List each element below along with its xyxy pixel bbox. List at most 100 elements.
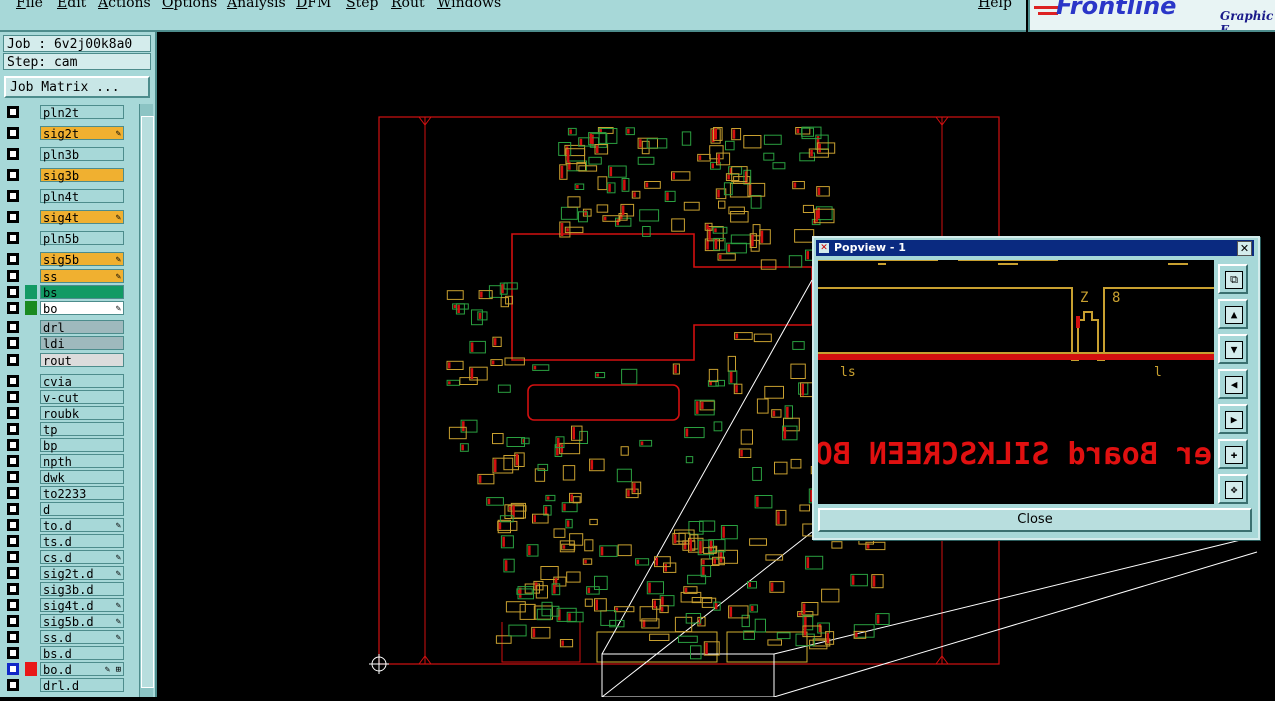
layer-color-swatch[interactable]	[25, 406, 37, 420]
layer-row[interactable]: roubk	[3, 405, 137, 421]
layer-color-swatch[interactable]	[25, 662, 37, 676]
layer-row[interactable]: rout	[3, 352, 137, 368]
layer-name[interactable]: cs.d ✎	[40, 550, 124, 565]
layer-name[interactable]: v-cut	[40, 390, 124, 405]
layer-color-swatch[interactable]	[25, 301, 37, 315]
layer-scrollbar[interactable]	[139, 104, 154, 697]
layer-row[interactable]: cs.d ✎	[3, 549, 137, 565]
layer-row[interactable]: ts.d	[3, 533, 137, 549]
layer-name[interactable]: bo.d ✎ ⊞	[40, 662, 124, 677]
layer-checkbox[interactable]	[7, 337, 19, 349]
layer-name[interactable]: rout	[40, 353, 124, 368]
layer-color-swatch[interactable]	[25, 210, 37, 224]
pan-down-button[interactable]: ▼	[1218, 334, 1248, 364]
layer-color-swatch[interactable]	[25, 320, 37, 334]
layer-row[interactable]: npth	[3, 453, 137, 469]
layer-name[interactable]: ss.d ✎	[40, 630, 124, 645]
layer-name[interactable]: ss ✎	[40, 269, 124, 284]
layer-checkbox[interactable]	[7, 375, 19, 387]
layer-checkbox[interactable]	[7, 551, 19, 563]
layer-name[interactable]: d	[40, 502, 124, 517]
close-button[interactable]: Close	[818, 508, 1252, 532]
layer-name[interactable]: pln5b	[40, 231, 124, 246]
layer-name[interactable]: drl	[40, 320, 124, 335]
menu-dfm[interactable]: DFM	[296, 0, 331, 11]
layer-checkbox[interactable]	[7, 270, 19, 282]
layer-row[interactable]: sig4t ✎	[3, 209, 137, 225]
layer-checkbox[interactable]	[7, 148, 19, 160]
layer-checkbox[interactable]	[7, 567, 19, 579]
layer-name[interactable]: roubk	[40, 406, 124, 421]
scrollbar-thumb[interactable]	[141, 116, 154, 688]
layer-row[interactable]: bs	[3, 284, 137, 300]
layer-name[interactable]: pln3b	[40, 147, 124, 162]
layer-name[interactable]: bo ✎	[40, 301, 124, 316]
layer-checkbox[interactable]	[7, 647, 19, 659]
layer-row[interactable]: sig5b.d ✎	[3, 613, 137, 629]
layer-checkbox[interactable]	[7, 169, 19, 181]
popview-canvas[interactable]: Z 8 ls l er Board SILKSCREEN BOT	[818, 260, 1214, 504]
layer-name[interactable]: sig5b ✎	[40, 252, 124, 267]
layer-checkbox[interactable]	[7, 631, 19, 643]
layer-name[interactable]: cvia	[40, 374, 124, 389]
layer-name[interactable]: dwk	[40, 470, 124, 485]
layer-name[interactable]: npth	[40, 454, 124, 469]
layer-row[interactable]: bo.d ✎ ⊞	[3, 661, 137, 677]
layer-color-swatch[interactable]	[25, 630, 37, 644]
menu-step[interactable]: Step	[346, 0, 378, 11]
menu-file[interactable]: File	[16, 0, 43, 11]
layer-color-swatch[interactable]	[25, 189, 37, 203]
layer-color-swatch[interactable]	[25, 336, 37, 350]
layer-checkbox[interactable]	[7, 535, 19, 547]
layer-color-swatch[interactable]	[25, 550, 37, 564]
layer-color-swatch[interactable]	[25, 678, 37, 692]
zoom-fit-button[interactable]: ⧉	[1218, 264, 1248, 294]
layer-checkbox[interactable]	[7, 302, 19, 314]
window-menu-icon[interactable]: ✕	[819, 243, 829, 253]
menu-actions[interactable]: Actions	[98, 0, 151, 11]
layer-checkbox[interactable]	[7, 471, 19, 483]
layer-name[interactable]: sig5b.d ✎	[40, 614, 124, 629]
layer-checkbox[interactable]	[7, 519, 19, 531]
layer-checkbox[interactable]	[7, 127, 19, 139]
layer-row[interactable]: bo ✎	[3, 300, 137, 316]
layer-checkbox[interactable]	[7, 286, 19, 298]
layer-color-swatch[interactable]	[25, 614, 37, 628]
layer-color-swatch[interactable]	[25, 374, 37, 388]
layer-row[interactable]: bs.d	[3, 645, 137, 661]
pan-up-button[interactable]: ▲	[1218, 299, 1248, 329]
job-matrix-button[interactable]: Job Matrix ...	[4, 76, 150, 98]
pan-right-button[interactable]: ▶	[1218, 404, 1248, 434]
layer-color-swatch[interactable]	[25, 252, 37, 266]
layer-name[interactable]: pln2t	[40, 105, 124, 120]
layer-name[interactable]: sig3b.d	[40, 582, 124, 597]
layer-checkbox[interactable]	[7, 232, 19, 244]
layer-row[interactable]: to.d ✎	[3, 517, 137, 533]
layer-checkbox[interactable]	[7, 663, 19, 675]
layer-name[interactable]: sig4t ✎	[40, 210, 124, 225]
layer-row[interactable]: tp	[3, 421, 137, 437]
layer-row[interactable]: sig4t.d ✎	[3, 597, 137, 613]
layer-color-swatch[interactable]	[25, 518, 37, 532]
menu-rout[interactable]: Rout	[391, 0, 425, 11]
menu-edit[interactable]: Edit	[57, 0, 86, 11]
layer-color-swatch[interactable]	[25, 422, 37, 436]
layer-checkbox[interactable]	[7, 487, 19, 499]
layer-row[interactable]: sig2t ✎	[3, 125, 137, 141]
layer-checkbox[interactable]	[7, 615, 19, 627]
layer-name[interactable]: sig4t.d ✎	[40, 598, 124, 613]
layer-row[interactable]: pln2t	[3, 104, 137, 120]
layer-checkbox[interactable]	[7, 503, 19, 515]
layer-checkbox[interactable]	[7, 439, 19, 451]
layer-row[interactable]: to2233	[3, 485, 137, 501]
layer-row[interactable]: pln4t	[3, 188, 137, 204]
layer-name[interactable]: ldi	[40, 336, 124, 351]
layer-color-swatch[interactable]	[25, 534, 37, 548]
layer-color-swatch[interactable]	[25, 126, 37, 140]
layer-row[interactable]: cvia	[3, 373, 137, 389]
popview-titlebar[interactable]: ✕ Popview - 1 ✕	[816, 240, 1254, 256]
layer-checkbox[interactable]	[7, 321, 19, 333]
layer-color-swatch[interactable]	[25, 231, 37, 245]
menu-options[interactable]: Options	[162, 0, 217, 11]
layer-name[interactable]: bs	[40, 285, 124, 300]
